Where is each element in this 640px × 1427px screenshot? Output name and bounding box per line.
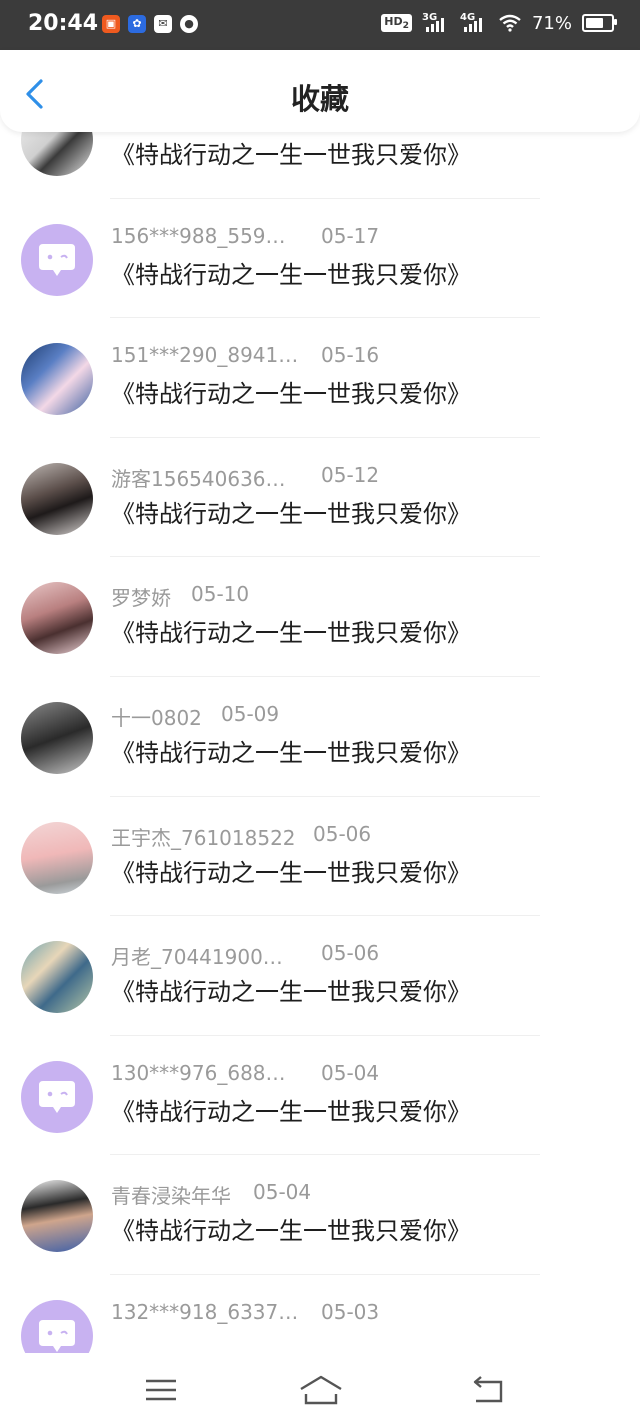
baidu-paw-icon: ✿: [128, 15, 146, 33]
user-name[interactable]: 故里有长安_934…: [111, 132, 279, 133]
default-avatar[interactable]: [21, 223, 93, 296]
page-title: 收藏: [290, 82, 349, 116]
book-title[interactable]: 《特战行动之一生一世我只爱你》: [111, 733, 471, 768]
system-navbar: [0, 1353, 640, 1427]
battery-icon: [582, 14, 617, 32]
user-avatar[interactable]: [21, 821, 93, 894]
chat-bubble-avatar-icon: [39, 243, 75, 276]
favorites-list[interactable]: 故里有长安_934…05-17《特战行动之一生一世我只爱你》156***988_…: [0, 132, 640, 1353]
chat-bubble-avatar-icon: [39, 1080, 75, 1113]
item-date: 05-06: [313, 821, 372, 846]
item-date: 05-04: [253, 1180, 312, 1205]
signal-4g-icon: 4G: [460, 12, 488, 34]
book-title[interactable]: 《特战行动之一生一世我只爱你》: [111, 494, 471, 529]
item-date: 05-16: [321, 343, 380, 368]
user-name[interactable]: 132***918_6337…: [111, 1300, 298, 1324]
user-name[interactable]: 月老_70441900…: [111, 941, 283, 970]
back-nav-icon[interactable]: [470, 1373, 506, 1407]
user-avatar[interactable]: [21, 582, 93, 655]
book-title[interactable]: 《特战行动之一生一世我只爱你》: [111, 853, 471, 888]
user-avatar[interactable]: [21, 941, 93, 1014]
list-item[interactable]: 罗梦娇 05-10 《特战行动之一生一世我只爱你》: [0, 557, 640, 677]
menu-icon[interactable]: [143, 1373, 179, 1407]
user-name[interactable]: 十一0802: [111, 702, 202, 731]
user-name[interactable]: 罗梦娇: [111, 582, 171, 611]
book-title[interactable]: 《特战行动之一生一世我只爱你》: [111, 255, 471, 290]
item-date: 05-04: [321, 1060, 380, 1085]
list-item[interactable]: 游客156540636… 05-12 《特战行动之一生一世我只爱你》: [0, 438, 640, 558]
list-item[interactable]: 151***290_8941… 05-16 《特战行动之一生一世我只爱你》: [0, 318, 640, 438]
default-avatar[interactable]: [21, 1299, 93, 1353]
user-name[interactable]: 王宇杰_761018522: [111, 822, 296, 851]
home-icon[interactable]: [298, 1373, 344, 1407]
book-title[interactable]: 《特战行动之一生一世我只爱你》: [111, 1092, 471, 1127]
item-date: 05-12: [321, 462, 380, 487]
user-name[interactable]: 青春浸染年华: [111, 1180, 231, 1209]
list-item[interactable]: 青春浸染年华 05-04 《特战行动之一生一世我只爱你》: [0, 1155, 640, 1275]
signal-3g-icon: 3G: [422, 12, 450, 34]
chat-bubble-icon: ●: [180, 15, 198, 33]
user-avatar[interactable]: [21, 462, 93, 535]
user-name[interactable]: 130***976_688…: [111, 1061, 286, 1085]
item-date: 05-17: [321, 223, 380, 248]
list-item[interactable]: 156***988_559… 05-17 《特战行动之一生一世我只爱你》: [0, 199, 640, 319]
app-a-icon: ▣: [102, 15, 120, 33]
status-time: 20:44: [28, 11, 99, 36]
book-title[interactable]: 《特战行动之一生一世我只爱你》: [111, 1211, 471, 1246]
battery-percent: 71%: [531, 12, 572, 34]
item-date: 05-06: [321, 941, 380, 966]
user-name[interactable]: 156***988_559…: [111, 224, 286, 248]
status-bar: 20:44 ▣ ✿ ✉ ● HD2 3G 4G 71%: [0, 0, 640, 50]
wifi-icon: [499, 14, 521, 32]
list-item[interactable]: 130***976_688… 05-04 《特战行动之一生一世我只爱你》: [0, 1036, 640, 1156]
book-title[interactable]: 《特战行动之一生一世我只爱你》: [111, 613, 471, 648]
book-title[interactable]: 《特战行动之一生一世我只爱你》: [111, 972, 471, 1007]
default-avatar[interactable]: [21, 1060, 93, 1133]
item-date: 05-03: [321, 1299, 380, 1324]
status-app-icons: ▣ ✿ ✉ ●: [102, 15, 198, 33]
status-right: HD2 3G 4G 71%: [381, 12, 617, 34]
list-item[interactable]: 132***918_6337… 05-03: [0, 1275, 640, 1353]
user-avatar[interactable]: [21, 132, 93, 176]
item-date: 05-10: [191, 582, 250, 607]
book-title[interactable]: 《特战行动之一生一世我只爱你》: [111, 135, 471, 170]
item-date: 05-09: [221, 701, 280, 726]
chat-bubble-avatar-icon: [39, 1319, 75, 1352]
list-item[interactable]: 故里有长安_934…05-17《特战行动之一生一世我只爱你》: [0, 132, 640, 199]
user-avatar[interactable]: [21, 701, 93, 774]
user-name[interactable]: 151***290_8941…: [111, 343, 298, 367]
user-name[interactable]: 游客156540636…: [111, 463, 286, 492]
mail-icon: ✉: [154, 15, 172, 33]
user-avatar[interactable]: [21, 343, 93, 416]
list-item[interactable]: 十一0802 05-09 《特战行动之一生一世我只爱你》: [0, 677, 640, 797]
list-item[interactable]: 王宇杰_761018522 05-06 《特战行动之一生一世我只爱你》: [0, 797, 640, 917]
list-item[interactable]: 月老_70441900… 05-06 《特战行动之一生一世我只爱你》: [0, 916, 640, 1036]
user-avatar[interactable]: [21, 1180, 93, 1253]
top-header: 收藏: [0, 50, 640, 132]
hd-badge: HD2: [381, 13, 412, 33]
book-title[interactable]: 《特战行动之一生一世我只爱你》: [111, 374, 471, 409]
